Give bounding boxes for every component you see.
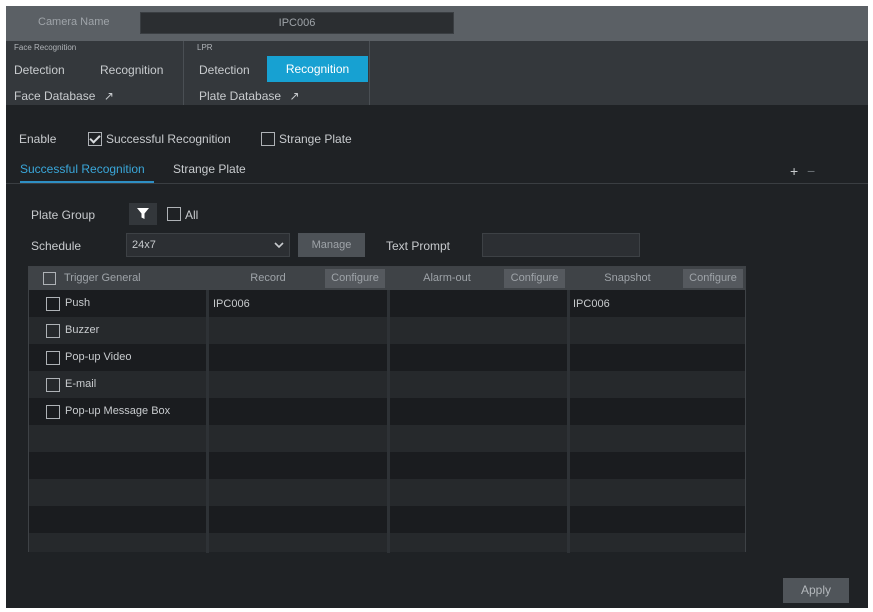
camera-name-value: IPC006 [278, 17, 316, 29]
apply-button[interactable]: Apply [783, 578, 849, 603]
record-header: Record [250, 272, 286, 284]
column-divider [387, 267, 390, 553]
camera-name-field[interactable]: IPC006 [140, 12, 454, 34]
tab-face-recognition[interactable]: Recognition [100, 63, 163, 77]
tab-group-divider [183, 41, 184, 105]
plate-database-link[interactable]: Plate Database ↗ [199, 87, 300, 105]
text-prompt-input[interactable] [482, 233, 640, 257]
successful-recognition-checkbox[interactable] [88, 132, 102, 146]
alarm-out-configure-button[interactable]: Configure [504, 269, 565, 288]
schedule-label: Schedule [31, 239, 82, 253]
column-divider [567, 267, 570, 553]
trigger-popup-video-label: Pop-up Video [65, 351, 132, 363]
trigger-general-header: Trigger General [64, 272, 141, 284]
plate-group-label: Plate Group [31, 208, 96, 222]
email-checkbox[interactable] [46, 378, 60, 392]
camera-name-label: Camera Name [38, 16, 110, 28]
tab-lpr-recognition-label: Recognition [285, 62, 350, 76]
face-recognition-title: Face Recognition [14, 43, 77, 52]
successful-recognition-label: Successful Recognition [106, 132, 231, 146]
face-database-label: Face Database [14, 89, 96, 103]
external-link-icon: ↗ [103, 89, 114, 103]
trigger-general-checkbox[interactable] [43, 272, 56, 285]
subtab-divider [6, 183, 868, 184]
external-link-icon: ↗ [289, 89, 300, 103]
chevron-down-icon [274, 242, 284, 249]
schedule-value: 24x7 [132, 239, 156, 251]
plate-group-filter-button[interactable] [129, 203, 157, 225]
buzzer-checkbox[interactable] [46, 324, 60, 338]
manage-button[interactable]: Manage [298, 233, 365, 257]
subtab-successful-recognition[interactable]: Successful Recognition [20, 162, 145, 176]
alarm-out-header: Alarm-out [423, 272, 471, 284]
text-prompt-label: Text Prompt [386, 239, 451, 253]
remove-icon[interactable]: − [807, 163, 815, 179]
snapshot-cell-value[interactable]: IPC006 [573, 298, 610, 310]
record-cell-value[interactable]: IPC006 [213, 298, 250, 310]
record-configure-button[interactable]: Configure [325, 269, 385, 288]
plate-database-label: Plate Database [199, 89, 282, 103]
face-database-link[interactable]: Face Database ↗ [14, 87, 114, 105]
strange-plate-label: Strange Plate [279, 132, 352, 146]
trigger-push-label: Push [65, 297, 91, 309]
popup-video-checkbox[interactable] [46, 351, 60, 365]
filter-icon [137, 208, 149, 219]
add-icon[interactable]: + [790, 163, 798, 179]
subtab-strange-plate[interactable]: Strange Plate [173, 162, 246, 176]
trigger-email-label: E-mail [65, 378, 97, 390]
snapshot-header: Snapshot [604, 272, 651, 284]
all-plate-groups-label: All [185, 208, 199, 222]
tab-lpr-recognition[interactable]: Recognition [267, 56, 368, 82]
linkage-table: Trigger General Record Configure Alarm-o… [28, 266, 746, 553]
enable-label: Enable [19, 132, 57, 146]
strange-plate-checkbox[interactable] [261, 132, 275, 146]
tab-group-divider [369, 41, 370, 105]
popup-message-box-checkbox[interactable] [46, 405, 60, 419]
tab-face-detection[interactable]: Detection [14, 63, 65, 77]
tab-lpr-detection[interactable]: Detection [199, 63, 250, 77]
trigger-buzzer-label: Buzzer [65, 324, 100, 336]
schedule-select[interactable]: 24x7 [126, 233, 290, 257]
lpr-settings-panel: Camera Name IPC006 Face Recognition Dete… [6, 6, 868, 608]
column-divider [206, 267, 209, 553]
lpr-title: LPR [197, 43, 213, 52]
trigger-popup-message-label: Pop-up Message Box [65, 405, 171, 417]
all-plate-groups-checkbox[interactable] [167, 207, 181, 221]
snapshot-configure-button[interactable]: Configure [683, 269, 743, 288]
push-checkbox[interactable] [46, 297, 60, 311]
